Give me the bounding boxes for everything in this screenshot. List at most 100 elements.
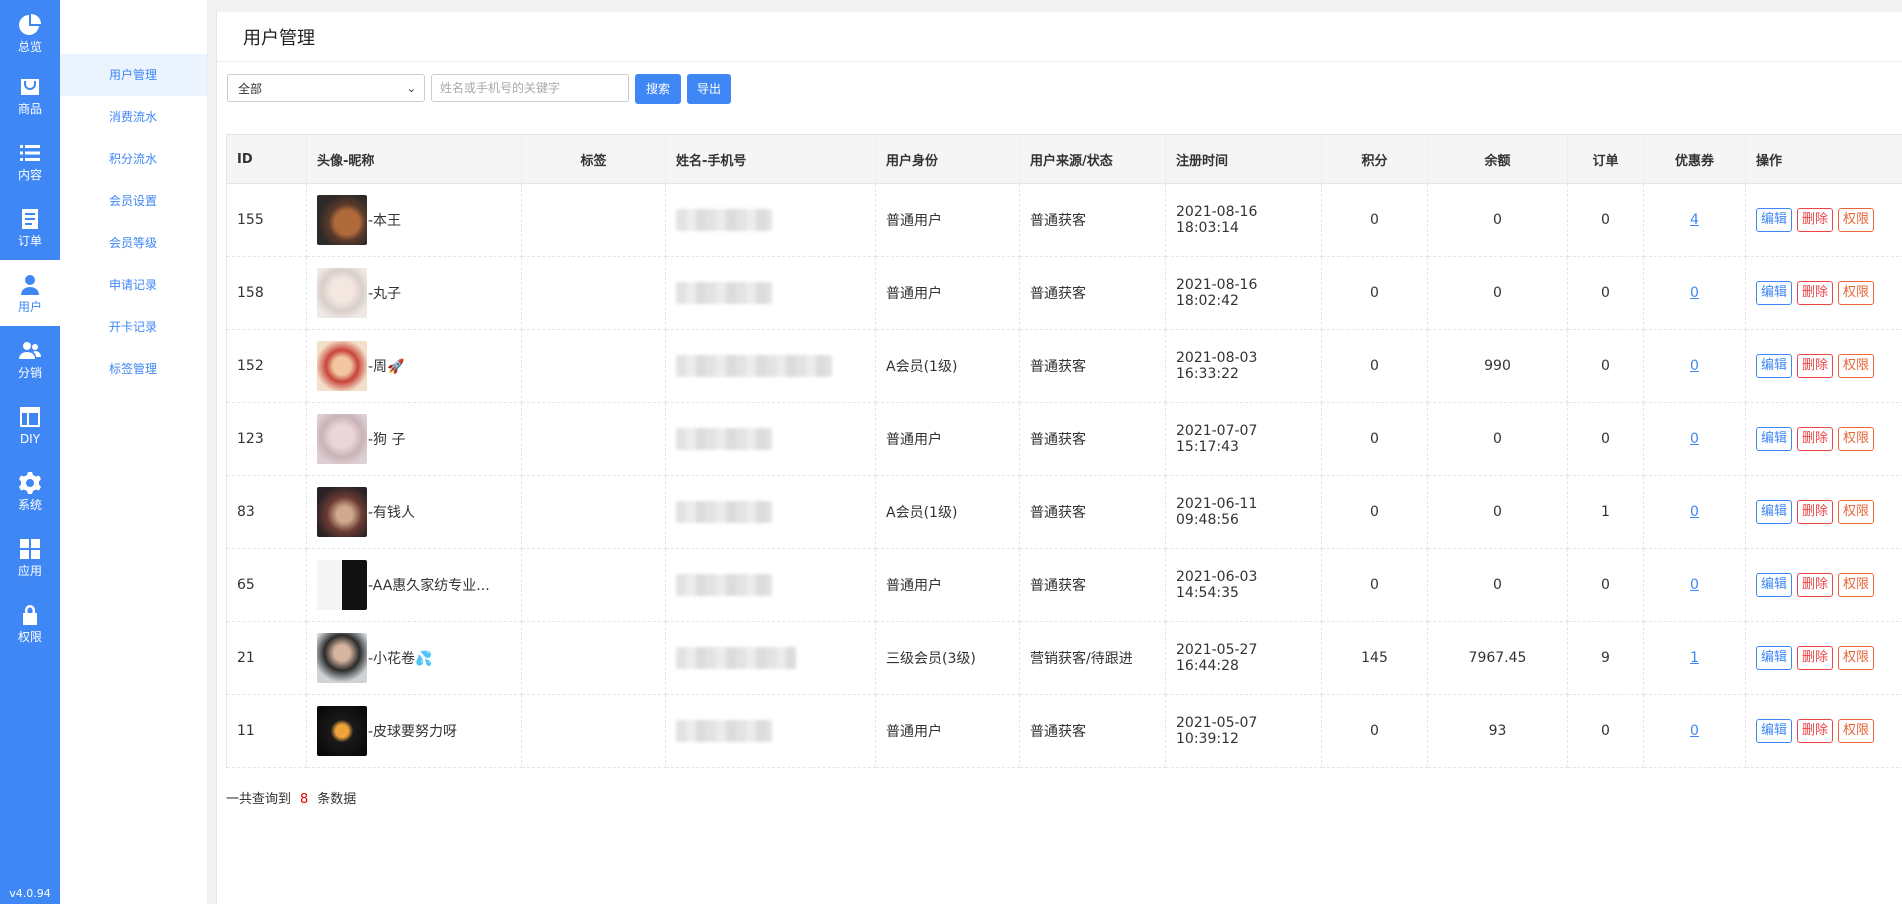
col-header-tags: 标签 (521, 134, 666, 184)
search-button[interactable]: 搜索 (635, 74, 681, 104)
edit-button[interactable]: 编辑 (1756, 354, 1793, 378)
permission-button[interactable]: 权限 (1838, 354, 1875, 378)
edit-button[interactable]: 编辑 (1756, 281, 1793, 305)
cell-source: 普通获客 (1019, 694, 1166, 768)
submenu-member-levels[interactable]: 会员等级 (60, 222, 207, 264)
cell-role: 三级会员(3级) (875, 621, 1020, 695)
avatar (317, 560, 367, 610)
filter-select-value: 全部 (238, 82, 263, 96)
cell-time: 2021-06-03 14:54:35 (1165, 548, 1322, 622)
nav-item-order[interactable]: 订单 (0, 194, 60, 260)
nav-item-distribution[interactable]: 分销 (0, 326, 60, 392)
cell-points: 0 (1321, 475, 1428, 549)
search-input[interactable] (431, 74, 629, 102)
cell-name-phone (665, 183, 876, 257)
cell-id: 83 (226, 475, 307, 549)
cell-coupons: 0 (1643, 402, 1746, 476)
cell-points: 0 (1321, 402, 1428, 476)
cell-name-phone (665, 548, 876, 622)
delete-button[interactable]: 删除 (1797, 573, 1834, 597)
cell-balance: 7967.45 (1427, 621, 1568, 695)
permission-button[interactable]: 权限 (1838, 208, 1875, 232)
submenu-points-flow[interactable]: 积分流水 (60, 138, 207, 180)
cell-avatar-nick: -狗 子 (306, 402, 522, 476)
blurred-name-phone (676, 720, 772, 742)
delete-button[interactable]: 删除 (1797, 281, 1834, 305)
cell-id: 21 (226, 621, 307, 695)
coupon-link[interactable]: 0 (1690, 723, 1699, 739)
cell-avatar-nick: -本王 (306, 183, 522, 257)
version-label: v4.0.94 (9, 887, 51, 900)
filter-select[interactable]: 全部 ⌄ (227, 74, 425, 102)
edit-button[interactable]: 编辑 (1756, 573, 1793, 597)
cell-balance: 990 (1427, 329, 1568, 403)
table-body: 155 -本王 普通用户 普通获客 2021-08-16 18:03:14 0 … (226, 183, 1902, 768)
permission-button[interactable]: 权限 (1838, 427, 1875, 451)
coupon-link[interactable]: 0 (1690, 504, 1699, 520)
submenu-tag-manage[interactable]: 标签管理 (60, 348, 207, 390)
nav-item-permission[interactable]: 权限 (0, 590, 60, 656)
submenu-user-manage[interactable]: 用户管理 (60, 54, 207, 96)
cell-actions: 编辑 删除 权限 (1745, 183, 1902, 257)
nav-item-overview[interactable]: 总览 (0, 0, 60, 66)
permission-button[interactable]: 权限 (1838, 719, 1875, 743)
permission-button[interactable]: 权限 (1838, 281, 1875, 305)
coupon-link[interactable]: 1 (1690, 650, 1699, 666)
nav-item-content[interactable]: 内容 (0, 128, 60, 194)
delete-button[interactable]: 删除 (1797, 719, 1834, 743)
blurred-name-phone (676, 282, 772, 304)
nav-item-system[interactable]: 系统 (0, 458, 60, 524)
cell-id: 152 (226, 329, 307, 403)
delete-button[interactable]: 删除 (1797, 500, 1834, 524)
submenu-member-settings[interactable]: 会员设置 (60, 180, 207, 222)
coupon-link[interactable]: 0 (1690, 285, 1699, 301)
lock-icon (23, 604, 37, 625)
submenu-consume-flow[interactable]: 消费流水 (60, 96, 207, 138)
edit-button[interactable]: 编辑 (1756, 646, 1793, 670)
blurred-name-phone (676, 428, 772, 450)
edit-button[interactable]: 编辑 (1756, 500, 1793, 524)
cell-points: 145 (1321, 621, 1428, 695)
export-button[interactable]: 导出 (687, 74, 731, 104)
permission-button[interactable]: 权限 (1838, 646, 1875, 670)
cell-time: 2021-08-03 16:33:22 (1165, 329, 1322, 403)
table-row: 123 -狗 子 普通用户 普通获客 2021-07-07 15:17:43 0… (226, 402, 1902, 476)
delete-button[interactable]: 删除 (1797, 427, 1834, 451)
coupon-link[interactable]: 0 (1690, 431, 1699, 447)
nickname: -本王 (368, 213, 402, 229)
blurred-name-phone (676, 574, 772, 596)
table-row: 21 -小花卷💦 三级会员(3级) 营销获客/待跟进 2021-05-27 16… (226, 621, 1902, 695)
coupon-link[interactable]: 0 (1690, 577, 1699, 593)
nav-item-diy[interactable]: DIY (0, 392, 60, 458)
permission-button[interactable]: 权限 (1838, 500, 1875, 524)
submenu-apply-records[interactable]: 申请记录 (60, 264, 207, 306)
nav-label: 内容 (17, 167, 42, 182)
page-title: 用户管理 (217, 12, 1902, 62)
cell-role: 普通用户 (875, 402, 1020, 476)
cell-tags (521, 256, 666, 330)
edit-button[interactable]: 编辑 (1756, 427, 1793, 451)
coupon-link[interactable]: 4 (1690, 212, 1699, 228)
nav-item-user[interactable]: 用户 (0, 260, 60, 326)
coupon-link[interactable]: 0 (1690, 358, 1699, 374)
table-row: 155 -本王 普通用户 普通获客 2021-08-16 18:03:14 0 … (226, 183, 1902, 257)
nav-item-apps[interactable]: 应用 (0, 524, 60, 590)
cell-tags (521, 183, 666, 257)
permission-button[interactable]: 权限 (1838, 573, 1875, 597)
cell-orders: 0 (1567, 402, 1644, 476)
delete-button[interactable]: 删除 (1797, 646, 1834, 670)
delete-button[interactable]: 删除 (1797, 354, 1834, 378)
nav-label: 用户 (17, 299, 42, 314)
cell-coupons: 0 (1643, 256, 1746, 330)
delete-button[interactable]: 删除 (1797, 208, 1834, 232)
nav-item-goods[interactable]: 商品 (0, 62, 60, 128)
edit-button[interactable]: 编辑 (1756, 719, 1793, 743)
col-header-time: 注册时间 (1165, 134, 1322, 184)
edit-button[interactable]: 编辑 (1756, 208, 1793, 232)
cell-name-phone (665, 402, 876, 476)
cell-source: 营销获客/待跟进 (1019, 621, 1166, 695)
submenu-card-records[interactable]: 开卡记录 (60, 306, 207, 348)
cell-orders: 0 (1567, 256, 1644, 330)
cell-role: 普通用户 (875, 183, 1020, 257)
col-header-role: 用户身份 (875, 134, 1020, 184)
